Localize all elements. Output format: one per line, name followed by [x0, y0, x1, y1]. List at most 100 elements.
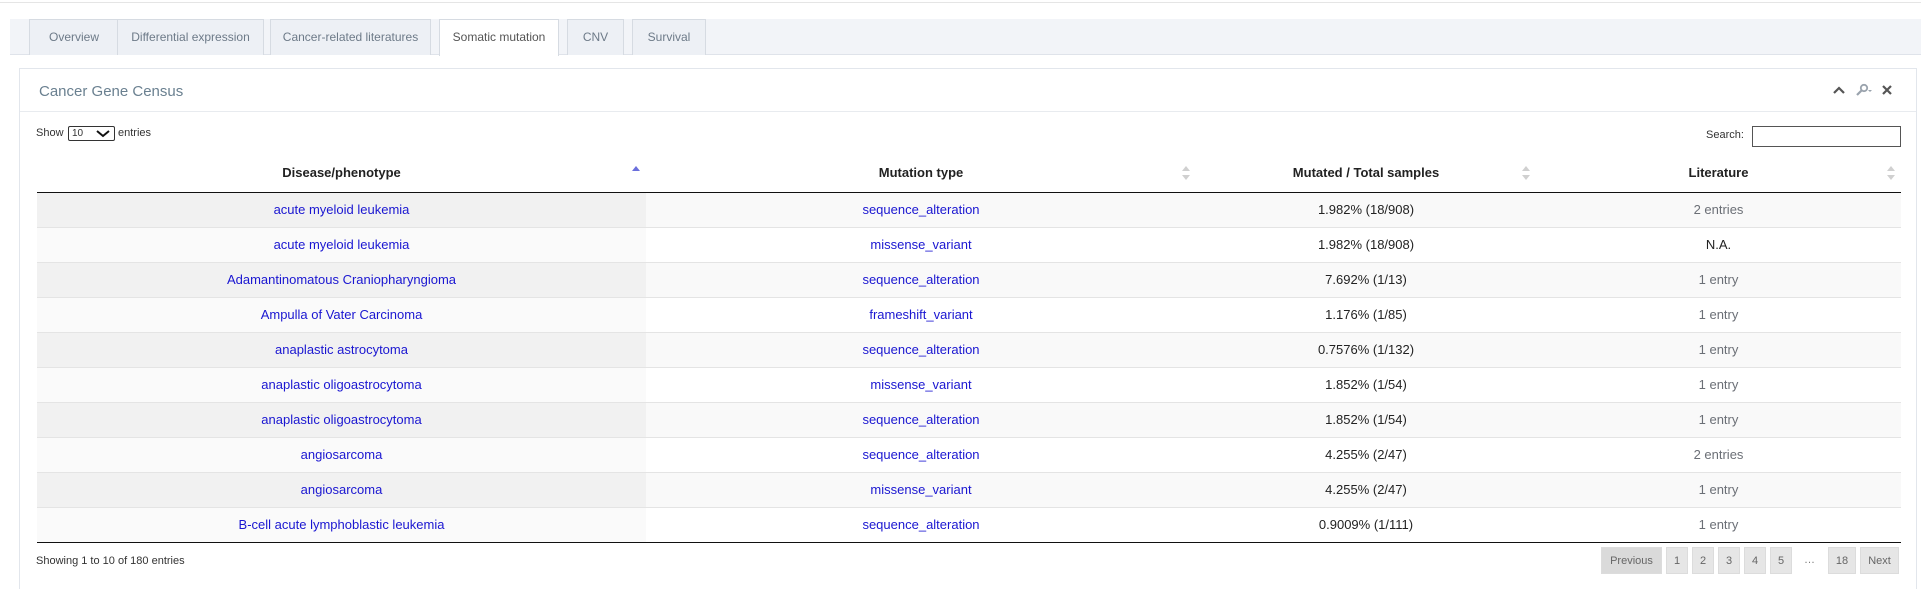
search-input[interactable] [1752, 126, 1901, 147]
mutated-total-value: 4.255% (2/47) [1325, 447, 1407, 462]
page-button-2[interactable]: 2 [1692, 547, 1714, 574]
disease-link[interactable]: acute myeloid leukemia [274, 202, 410, 217]
table-cell: 1.982% (18/908) [1196, 192, 1536, 227]
table-cell: 1 entry [1536, 471, 1901, 507]
disease-link[interactable]: angiosarcoma [301, 447, 383, 462]
table-cell: 1 entry [1536, 331, 1901, 367]
table-cell: sequence_alteration [646, 401, 1196, 437]
entries-per-page-value: 10 [72, 128, 84, 139]
table-cell: 1.852% (1/54) [1196, 366, 1536, 402]
disease-link[interactable]: anaplastic oligoastrocytoma [261, 377, 421, 392]
literature-link[interactable]: 1 entry [1699, 307, 1739, 322]
mutation-type-link[interactable]: missense_variant [870, 482, 971, 497]
table-cell: anaplastic oligoastrocytoma [37, 401, 646, 437]
table-cell: 1.176% (1/85) [1196, 296, 1536, 332]
table-cell: 1 entry [1536, 296, 1901, 332]
page-button-1[interactable]: 1 [1666, 547, 1688, 574]
tab-bar: Overview Differential expression Cancer-… [10, 19, 1921, 56]
table-cell: 7.692% (1/13) [1196, 261, 1536, 297]
table-cell: acute myeloid leukemia [37, 192, 646, 227]
disease-link[interactable]: anaplastic astrocytoma [275, 342, 408, 357]
table-cell: Adamantinomatous Craniopharyngioma [37, 261, 646, 297]
mutation-type-link[interactable]: sequence_alteration [862, 272, 979, 287]
panel-title: Cancer Gene Census [39, 83, 184, 100]
column-header-disease[interactable]: Disease/phenotype [37, 153, 646, 193]
tab-differential-expression[interactable]: Differential expression [117, 19, 264, 55]
table-cell: anaplastic oligoastrocytoma [37, 366, 646, 402]
literature-link[interactable]: 2 entries [1694, 447, 1744, 462]
page-button-4[interactable]: 4 [1744, 547, 1766, 574]
mutation-type-link[interactable]: missense_variant [870, 237, 971, 252]
mutation-type-link[interactable]: missense_variant [870, 377, 971, 392]
table-cell: 0.7576% (1/132) [1196, 331, 1536, 367]
mutation-type-link[interactable]: frameshift_variant [869, 307, 972, 322]
chevron-up-icon[interactable] [1832, 82, 1846, 98]
table-cell: 1 entry [1536, 261, 1901, 297]
disease-link[interactable]: acute myeloid leukemia [274, 237, 410, 252]
previous-page-button[interactable]: Previous [1601, 547, 1662, 574]
wrench-icon[interactable] [1854, 82, 1874, 98]
tab-survival[interactable]: Survival [632, 19, 706, 55]
table-row: acute myeloid leukemia sequence_alteratio… [37, 192, 1901, 227]
disease-link[interactable]: angiosarcoma [301, 482, 383, 497]
tab-somatic-mutation[interactable]: Somatic mutation [439, 19, 559, 56]
pagination-ellipsis: … [1804, 554, 1815, 566]
page-button-last[interactable]: 18 [1828, 547, 1856, 574]
panel-header: Cancer Gene Census [20, 69, 1916, 112]
literature-link[interactable]: 1 entry [1699, 482, 1739, 497]
tab-overview[interactable]: Overview [29, 19, 119, 55]
mutation-type-link[interactable]: sequence_alteration [862, 412, 979, 427]
literature-link[interactable]: 1 entry [1699, 342, 1739, 357]
table-cell: missense_variant [646, 226, 1196, 262]
mutated-total-value: 1.176% (1/85) [1325, 307, 1407, 322]
mutated-total-value: 0.9009% (1/111) [1318, 517, 1414, 532]
panel-toolbar [1832, 82, 1896, 100]
mutated-total-value: 1.852% (1/54) [1325, 377, 1407, 392]
disease-link[interactable]: anaplastic oligoastrocytoma [261, 412, 421, 427]
mutated-total-value: 7.692% (1/13) [1325, 272, 1407, 287]
table-cell: 1 entry [1536, 401, 1901, 437]
disease-link[interactable]: Adamantinomatous Craniopharyngioma [227, 272, 456, 287]
table-cell: acute myeloid leukemia [37, 226, 646, 262]
literature-link[interactable]: 1 entry [1699, 412, 1739, 427]
table-cell: sequence_alteration [646, 331, 1196, 367]
literature-value: N.A. [1705, 237, 1732, 252]
table-cell: missense_variant [646, 471, 1196, 507]
page-button-3[interactable]: 3 [1718, 547, 1740, 574]
literature-link[interactable]: 1 entry [1699, 517, 1739, 532]
literature-link[interactable]: 2 entries [1694, 202, 1744, 217]
pagination: Previous 1 2 3 4 5 … 18 Next [1601, 547, 1901, 574]
table-row: acute myeloid leukemia missense_variant 1.… [37, 226, 1901, 262]
column-header-mutation-type[interactable]: Mutation type [646, 153, 1196, 193]
entries-per-page-select[interactable]: 10 [68, 126, 115, 141]
mutation-type-link[interactable]: sequence_alteration [862, 447, 979, 462]
table-info: Showing 1 to 10 of 180 entries [36, 555, 185, 567]
literature-link[interactable]: 1 entry [1699, 272, 1739, 287]
page-button-5[interactable]: 5 [1770, 547, 1792, 574]
mutation-type-link[interactable]: sequence_alteration [862, 202, 979, 217]
next-page-button[interactable]: Next [1860, 547, 1899, 574]
sort-ascending-icon [632, 166, 640, 171]
table-row: angiosarcoma sequence_alteration 4.255% (2… [37, 436, 1901, 472]
column-header-mutated-total[interactable]: Mutated / Total samples [1196, 153, 1536, 193]
disease-link[interactable]: B-cell acute lymphoblastic leukemia [239, 517, 445, 532]
mutation-type-link[interactable]: sequence_alteration [862, 342, 979, 357]
disease-link[interactable]: Ampulla of Vater Carcinoma [261, 307, 423, 322]
mutation-type-link[interactable]: sequence_alteration [862, 517, 979, 532]
table-cell: 1.852% (1/54) [1196, 401, 1536, 437]
table-cell: 4.255% (2/47) [1196, 436, 1536, 472]
mutated-total-value: 4.255% (2/47) [1325, 482, 1407, 497]
table-cell: angiosarcoma [37, 471, 646, 507]
column-header-literature[interactable]: Literature [1536, 153, 1901, 193]
literature-link[interactable]: 1 entry [1699, 377, 1739, 392]
table-cell: 2 entries [1536, 192, 1901, 227]
table-cell: Ampulla of Vater Carcinoma [37, 296, 646, 332]
table-row: angiosarcoma missense_variant 4.255% (2/47… [37, 471, 1901, 507]
table-row: Adamantinomatous Craniopharyngioma sequen… [37, 261, 1901, 297]
tab-cnv[interactable]: CNV [567, 19, 624, 55]
table-cell: sequence_alteration [646, 436, 1196, 472]
close-icon[interactable] [1880, 82, 1894, 98]
table-cell: 1 entry [1536, 506, 1901, 543]
tab-cancer-related-literatures[interactable]: Cancer-related literatures [270, 19, 431, 55]
table-cell: missense_variant [646, 366, 1196, 402]
